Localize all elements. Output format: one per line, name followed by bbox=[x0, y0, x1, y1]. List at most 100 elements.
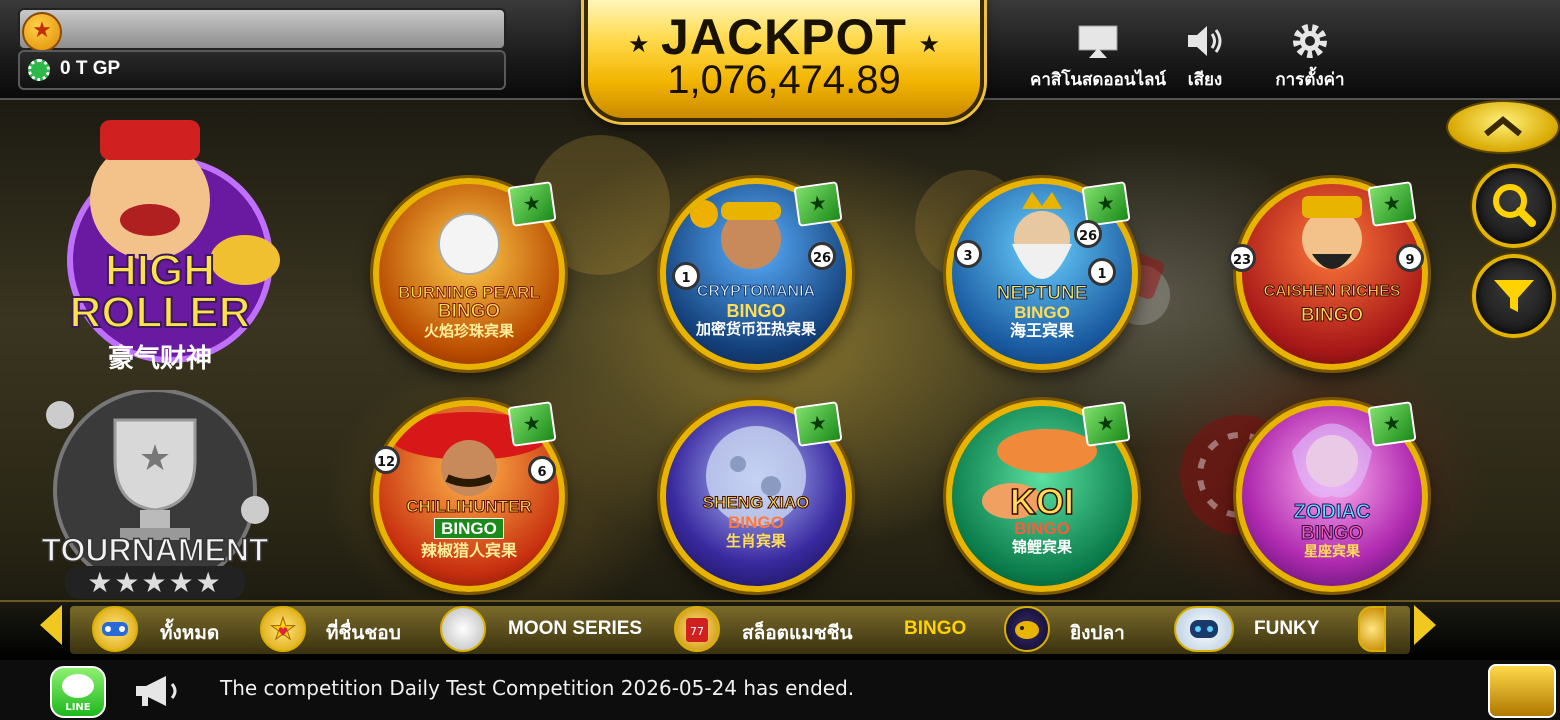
svg-text:★: ★ bbox=[139, 438, 171, 479]
category-more-icon bbox=[1358, 606, 1386, 652]
chip-icon bbox=[28, 59, 50, 81]
category-prev-arrow[interactable] bbox=[40, 605, 62, 645]
bingo-ball: 26 bbox=[1074, 220, 1102, 248]
filter-button[interactable] bbox=[1472, 254, 1556, 338]
game-subtitle: BINGO bbox=[1014, 303, 1070, 322]
scroll-up-button[interactable] bbox=[1446, 100, 1560, 154]
robot-icon bbox=[1174, 606, 1234, 652]
category-label: ทั้งหมด bbox=[160, 623, 220, 644]
brand-logo-icon bbox=[1488, 664, 1556, 718]
add-favorite-icon[interactable]: ★ bbox=[1081, 401, 1131, 447]
game-chinese-title: 星座宾果 bbox=[1304, 543, 1360, 559]
bingo-ball: 23 bbox=[1228, 244, 1256, 272]
credits-bar: 0 T GP bbox=[18, 50, 506, 90]
bingo-ball: 1 bbox=[1088, 258, 1116, 286]
category-favorites[interactable]: ★ ♥ ที่ชื่นชอบ bbox=[260, 606, 410, 654]
live-casino-button[interactable]: คาสิโนสดออนไลน์ bbox=[1028, 22, 1168, 93]
player-name-bar bbox=[18, 8, 506, 50]
high-roller-subtitle: 豪气财神 bbox=[107, 344, 212, 374]
category-next-arrow[interactable] bbox=[1414, 605, 1436, 645]
game-subtitle: BINGO bbox=[728, 513, 784, 532]
tournament-button[interactable]: ★ TOURNAMENT ★★★★★ bbox=[30, 390, 280, 600]
category-funky[interactable]: FUNKY bbox=[1174, 606, 1334, 654]
credits-value: 0 T GP bbox=[60, 58, 121, 79]
high-roller-line2: ROLLER bbox=[69, 287, 252, 337]
game-subtitle-text: BINGO bbox=[434, 518, 504, 539]
search-button[interactable] bbox=[1472, 164, 1556, 248]
footer-bar: LINE The competition Daily Test Competit… bbox=[0, 660, 1560, 720]
category-label: FUNKY bbox=[1254, 618, 1320, 639]
add-favorite-icon[interactable]: ★ bbox=[507, 181, 557, 227]
game-title: NEPTUNE bbox=[996, 283, 1088, 304]
category-bar: ทั้งหมด ★ ♥ ที่ชื่นชอบ MOON SERIES 77 สล็… bbox=[0, 600, 1560, 662]
category-bingo[interactable]: BINGO bbox=[900, 606, 980, 654]
game-subtitle: BINGO bbox=[1300, 305, 1364, 326]
announcement-ticker: The competition Daily Test Competition 2… bbox=[220, 676, 855, 700]
jackpot-banner: ★ ★ JACKPOT 1,076,474.89 bbox=[584, 0, 984, 122]
tournament-label: TOURNAMENT bbox=[41, 531, 269, 569]
game-title: SHENG XIAO bbox=[702, 493, 810, 512]
moon-icon bbox=[440, 606, 486, 652]
category-fishing[interactable]: ยิงปลา bbox=[1004, 606, 1144, 654]
game-chinese-title: 辣椒猎人宾果 bbox=[420, 543, 517, 560]
star-heart-icon: ★ ♥ bbox=[260, 606, 306, 652]
sound-label: เสียง bbox=[1187, 70, 1223, 90]
svg-text:77: 77 bbox=[690, 625, 704, 638]
gamepad-icon bbox=[92, 606, 138, 652]
line-chat-button[interactable]: LINE bbox=[50, 666, 106, 718]
star-coin-icon: ★ bbox=[22, 12, 62, 52]
line-label: LINE bbox=[65, 702, 91, 713]
tournament-stars: ★★★★★ bbox=[65, 566, 245, 599]
add-favorite-icon[interactable]: ★ bbox=[793, 401, 843, 447]
bingo-ball: 26 bbox=[808, 242, 836, 270]
category-all[interactable]: ทั้งหมด bbox=[92, 606, 232, 654]
game-chinese-title: 加密货币狂热宾果 bbox=[695, 321, 816, 338]
game-subtitle: BINGO bbox=[437, 301, 501, 322]
filter-icon bbox=[1494, 280, 1534, 312]
bingo-ball: 1 bbox=[672, 262, 700, 290]
category-label: BINGO bbox=[904, 618, 967, 639]
game-title: BURNING PEARL bbox=[398, 283, 541, 302]
line-icon bbox=[62, 674, 94, 698]
category-label: ยิงปลา bbox=[1070, 623, 1125, 644]
slot-machine-icon: 77 bbox=[674, 606, 720, 652]
add-favorite-icon[interactable]: ★ bbox=[1367, 401, 1417, 447]
game-subtitle: BINGO bbox=[379, 518, 559, 539]
game-chinese-title: 生肖宾果 bbox=[725, 533, 786, 550]
fish-icon bbox=[1004, 606, 1050, 652]
category-slot-machine[interactable]: 77 สล็อตแมชชีน bbox=[674, 606, 874, 654]
game-chinese-title: 锦鲤宾果 bbox=[1011, 539, 1072, 556]
category-label: MOON SERIES bbox=[508, 618, 643, 639]
bingo-ball: 12 bbox=[372, 446, 400, 474]
settings-button[interactable]: การตั้งค่า bbox=[1268, 22, 1352, 93]
live-casino-label: คาสิโนสดออนไลน์ bbox=[1029, 70, 1167, 90]
bingo-ball: 3 bbox=[954, 240, 982, 268]
high-roller-line1: HIGH bbox=[104, 246, 216, 295]
category-moon-series[interactable]: MOON SERIES bbox=[440, 606, 650, 654]
game-title: CHILLIHUNTER bbox=[406, 497, 533, 516]
high-roller-button[interactable]: HIGH ROLLER 豪气财神 bbox=[40, 110, 280, 374]
add-favorite-icon[interactable]: ★ bbox=[793, 181, 843, 227]
svg-text:♥: ♥ bbox=[278, 625, 289, 639]
category-label: ที่ชื่นชอบ bbox=[326, 623, 401, 644]
add-favorite-icon[interactable]: ★ bbox=[507, 401, 557, 447]
game-subtitle: BINGO bbox=[726, 301, 786, 321]
game-chinese-title: 火焰珍珠宾果 bbox=[423, 323, 514, 340]
player-profile[interactable]: ★ 0 T GP bbox=[14, 4, 506, 90]
bingo-ball: 9 bbox=[1396, 244, 1424, 272]
category-label: สล็อตแมชชีน bbox=[742, 623, 853, 644]
live-casino-icon bbox=[1078, 25, 1118, 58]
game-subtitle: BINGO bbox=[1300, 523, 1364, 544]
bingo-ball: 6 bbox=[528, 456, 556, 484]
search-icon bbox=[1493, 184, 1536, 227]
chevron-up-icon bbox=[1484, 116, 1522, 137]
sound-button[interactable]: เสียง bbox=[1175, 22, 1235, 93]
speaker-icon bbox=[1188, 26, 1222, 56]
game-title: CAISHEN RICHES bbox=[1263, 283, 1401, 300]
game-title: KOI bbox=[1009, 481, 1075, 522]
jackpot-value: 1,076,474.89 bbox=[667, 58, 901, 102]
add-favorite-icon[interactable]: ★ bbox=[1367, 181, 1417, 227]
game-title: ZODIAC bbox=[1293, 501, 1371, 523]
gear-icon bbox=[1293, 24, 1327, 58]
megaphone-icon bbox=[136, 676, 177, 706]
